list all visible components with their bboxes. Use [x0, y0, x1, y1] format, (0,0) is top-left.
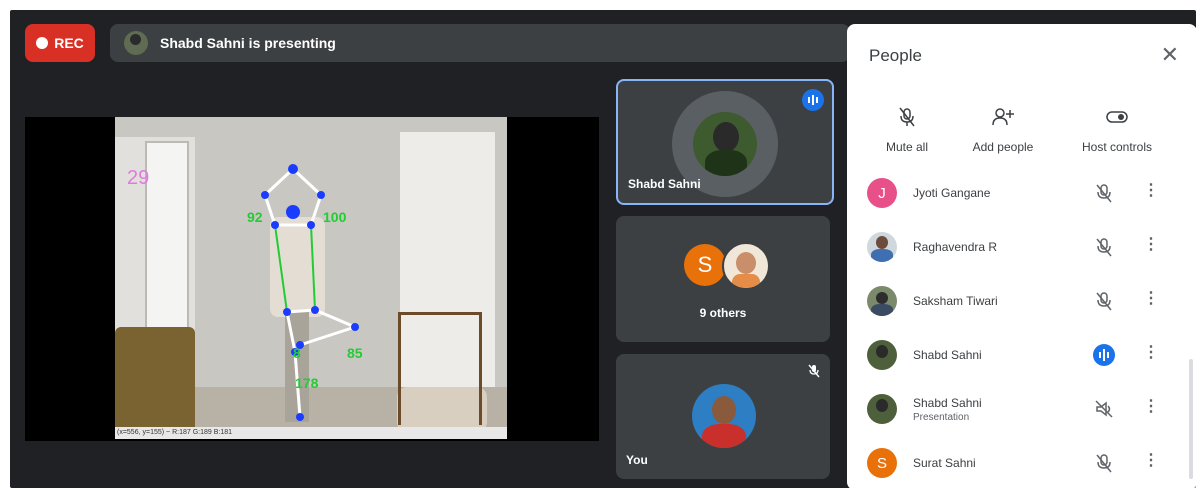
more-options-icon[interactable]: ⋮ — [1143, 234, 1159, 254]
frame-counter: 29 — [127, 167, 150, 189]
angle-label: 178 — [295, 375, 319, 391]
host-controls-button[interactable]: Host controls — [1067, 106, 1167, 154]
participant-row[interactable]: J Jyoti Gangane ⋮ — [847, 168, 1197, 222]
volume-off-icon[interactable] — [1093, 398, 1115, 420]
angle-label: 8 — [293, 345, 301, 361]
mic-off-icon[interactable] — [1093, 290, 1115, 312]
mic-off-icon[interactable] — [1093, 452, 1115, 474]
speaking-icon — [802, 89, 824, 111]
participant-row[interactable]: Saksham Tiwari ⋮ — [847, 276, 1197, 330]
presentation-stage: 29 92 100 85 8 178 (x=556, y=155) ~ R:18… — [25, 117, 599, 441]
more-options-icon[interactable]: ⋮ — [1143, 288, 1159, 308]
avatar — [867, 394, 897, 424]
people-panel: People ✕ Mute all Add people Host contro… — [847, 24, 1197, 490]
add-people-button[interactable]: Add people — [953, 106, 1053, 154]
others-count: 9 others — [699, 306, 747, 320]
participant-name: Jyoti Gangane — [913, 186, 991, 200]
angle-label: 85 — [347, 345, 363, 361]
participant-row[interactable]: Raghavendra R ⋮ — [847, 222, 1197, 276]
mic-off-icon[interactable] — [1093, 182, 1115, 204]
avatar — [867, 340, 897, 370]
pixel-coords-readout: (x=556, y=155) ~ R:187 G:189 B:181 — [115, 427, 507, 439]
mute-all-button[interactable]: Mute all — [857, 106, 957, 154]
avatar: S — [867, 448, 897, 478]
more-options-icon[interactable]: ⋮ — [1143, 450, 1159, 470]
avatar — [722, 242, 770, 290]
more-options-icon[interactable]: ⋮ — [1143, 342, 1159, 362]
panel-title: People — [869, 46, 922, 65]
close-icon[interactable]: ✕ — [1161, 42, 1179, 68]
host-controls-label: Host controls — [1081, 140, 1153, 154]
mic-off-icon[interactable] — [1093, 236, 1115, 258]
participant-tile-others[interactable]: S 9 others — [616, 216, 830, 342]
record-dot-icon — [36, 37, 49, 49]
recording-label: REC — [54, 35, 84, 51]
participant-name: Shabd Sahni — [913, 348, 982, 362]
presented-video-frame: 29 92 100 85 8 178 (x=556, y=155) ~ R:18… — [115, 117, 507, 439]
more-options-icon[interactable]: ⋮ — [1143, 180, 1159, 200]
presenting-banner: Shabd Sahni is presenting — [110, 24, 850, 62]
participant-name: You — [626, 453, 648, 467]
presenter-avatar — [124, 31, 148, 55]
participant-name: Shabd Sahni — [628, 177, 701, 191]
participant-name: Saksham Tiwari — [913, 294, 998, 308]
scrollbar[interactable] — [1189, 359, 1193, 479]
participant-tile-shabd[interactable]: Shabd Sahni — [616, 79, 834, 205]
toggle-icon — [1067, 106, 1167, 128]
avatar — [693, 112, 757, 176]
avatar: S — [684, 244, 726, 286]
angle-label: 100 — [323, 209, 347, 225]
speaking-icon — [1093, 344, 1115, 366]
add-person-icon — [953, 106, 1053, 128]
presenting-text: Shabd Sahni is presenting — [160, 35, 336, 51]
mute-all-label: Mute all — [885, 140, 929, 154]
angle-label: 92 — [247, 209, 263, 225]
participant-tile-you[interactable]: You — [616, 354, 830, 479]
avatar — [692, 384, 756, 448]
participant-row[interactable]: Shabd Sahni Presentation ⋮ — [847, 384, 1197, 438]
participant-name: Shabd Sahni — [913, 396, 982, 410]
mic-off-icon — [808, 364, 820, 381]
more-options-icon[interactable]: ⋮ — [1143, 396, 1159, 416]
participant-name: Raghavendra R — [913, 240, 998, 254]
participant-row[interactable]: Shabd Sahni ⋮ — [847, 330, 1197, 384]
add-people-label: Add people — [972, 140, 1034, 154]
meet-window: REC Shabd Sahni is presenting 29 92 100 … — [10, 10, 1197, 490]
participant-subtitle: Presentation — [913, 412, 970, 423]
avatar: J — [867, 178, 897, 208]
mic-off-icon — [857, 106, 957, 128]
avatar — [867, 286, 897, 316]
recording-indicator[interactable]: REC — [25, 24, 95, 62]
participant-row[interactable]: S Surat Sahni ⋮ — [847, 438, 1197, 490]
participant-name: Surat Sahni — [913, 456, 976, 470]
avatar — [867, 232, 897, 262]
